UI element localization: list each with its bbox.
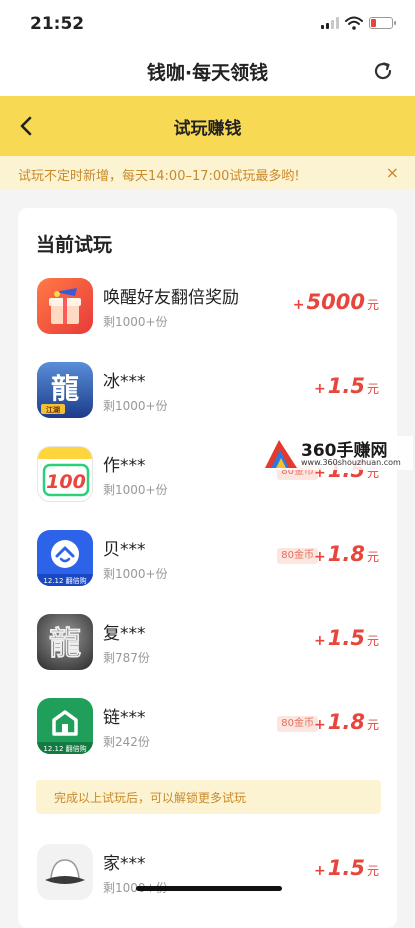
reward-amount: +5000 元: [292, 290, 379, 314]
app-header: 钱咖·每天领钱: [0, 48, 415, 96]
gift-box-icon: [37, 278, 93, 334]
dragon-game-icon: 龍 江湖: [37, 362, 93, 418]
status-icons: [321, 16, 396, 30]
task-row[interactable]: 唤醒好友翻倍奖励 剩1000+份 +5000 元: [18, 271, 397, 341]
task-row[interactable]: 12.12 翻倍购 贝*** 剩1000+份 80金币 +1.8 元: [18, 523, 397, 593]
refresh-icon[interactable]: [371, 59, 395, 83]
nav-title: 试玩赚钱: [173, 119, 242, 139]
reward-amount: +1.5 元: [314, 856, 379, 880]
reward-amount: +1.5 元: [314, 374, 379, 398]
app-title: 钱咖·每天领钱: [146, 62, 269, 84]
wifi-icon: [345, 16, 363, 30]
task-stock: 剩1000+份: [103, 483, 168, 497]
score-100-icon: 100: [37, 446, 93, 502]
cellular-signal-icon: [321, 17, 339, 29]
task-row[interactable]: 12.12 翻倍购 链*** 剩242份 80金币 +1.8 元: [18, 691, 397, 761]
task-stock: 剩1000+份: [103, 315, 168, 329]
unlock-tip-text: 完成以上试玩后，可以解锁更多试玩: [54, 791, 247, 805]
notice-text: 试玩不定时新增，每天14:00–17:00试玩最多哟!: [18, 169, 300, 184]
status-bar: 21:52: [0, 0, 415, 48]
house-app-icon: 12.12 翻倍购: [37, 530, 93, 586]
task-name: 贝***: [103, 540, 146, 560]
dragon-sub-label: 江湖: [46, 405, 60, 414]
task-stock: 剩1000+份: [103, 399, 168, 413]
green-house-icon: 12.12 翻倍购: [37, 698, 93, 754]
dragon-glyph: 龍: [49, 624, 81, 662]
task-name: 链***: [103, 708, 146, 728]
task-name: 冰***: [103, 372, 146, 392]
task-row[interactable]: 家*** 剩1000+份 +1.5元: [18, 837, 397, 907]
coin-badge: 80金币: [277, 716, 318, 732]
battery-icon: [369, 17, 396, 29]
dark-dragon-icon: 龍: [37, 614, 93, 670]
status-time: 21:52: [30, 14, 85, 34]
reward-amount: +1.5 元: [314, 626, 379, 650]
trial-list-card: 当前试玩 唤醒好友翻倍奖励 剩1000+份 +5000 元 龍 江湖 冰*** 剩…: [18, 208, 397, 928]
watermark-logo-icon: [265, 440, 297, 468]
unlock-tip: 完成以上试玩后，可以解锁更多试玩: [36, 780, 381, 814]
task-name: 唤醒好友翻倍奖励: [103, 288, 239, 308]
task-stock: 剩787份: [103, 651, 150, 665]
task-row[interactable]: 龍 复*** 剩787份 +1.5 元: [18, 607, 397, 677]
reward-amount: +1.8 元: [314, 542, 379, 566]
section-title: 当前试玩: [36, 234, 113, 256]
task-name: 作***: [103, 456, 146, 476]
close-icon[interactable]: ×: [386, 163, 399, 182]
score-label: 100: [46, 471, 86, 493]
dragon-glyph: 龍: [51, 372, 79, 405]
promo-label: 12.12 翻倍购: [43, 576, 86, 585]
notice-banner: 试玩不定时新增，每天14:00–17:00试玩最多哟! ×: [0, 156, 415, 190]
home-indicator: [136, 886, 282, 891]
task-stock: 剩1000+份: [103, 567, 168, 581]
coin-badge: 80金币: [277, 548, 318, 564]
task-row[interactable]: 龍 江湖 冰*** 剩1000+份 +1.5 元: [18, 355, 397, 425]
task-name: 家***: [103, 854, 146, 874]
nav-bar: 试玩赚钱: [0, 96, 415, 156]
task-stock: 剩242份: [103, 735, 150, 749]
task-name: 复***: [103, 624, 146, 644]
watermark: 360手赚网 www.360shouzhuan.com: [263, 436, 413, 470]
watermark-url: www.360shouzhuan.com: [301, 458, 401, 467]
hat-app-icon: [37, 844, 93, 900]
reward-amount: +1.8 元: [314, 710, 379, 734]
promo-label: 12.12 翻倍购: [43, 744, 86, 753]
